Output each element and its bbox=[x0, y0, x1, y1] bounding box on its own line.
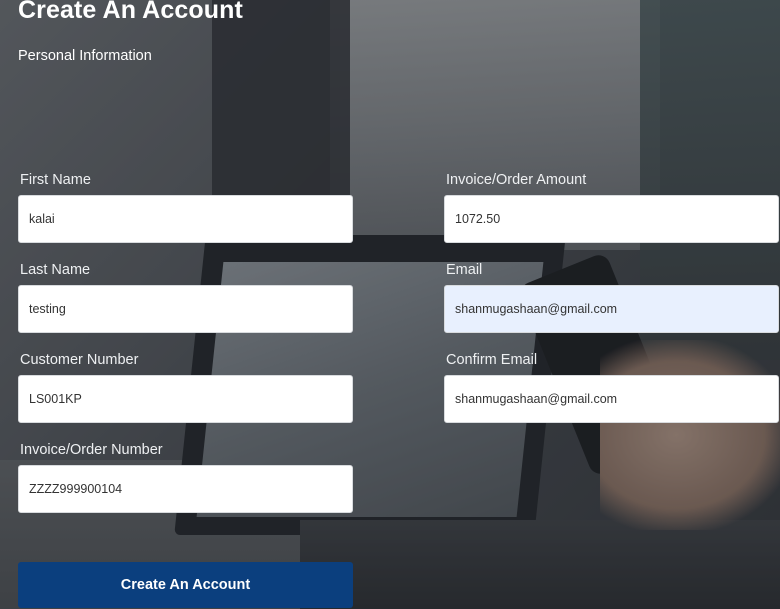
confirm-email-label: Confirm Email bbox=[446, 352, 538, 368]
email-group: Email bbox=[444, 261, 779, 333]
invoice-order-amount-group: Invoice/Order Amount bbox=[444, 171, 779, 243]
invoice-order-amount-label: Invoice/Order Amount bbox=[446, 172, 587, 188]
invoice-order-number-input[interactable] bbox=[18, 465, 353, 513]
first-name-group: First Name bbox=[18, 171, 353, 243]
confirm-email-input[interactable] bbox=[444, 375, 779, 423]
email-label: Email bbox=[446, 262, 483, 278]
confirm-email-group: Confirm Email bbox=[444, 351, 779, 423]
section-title: Personal Information bbox=[18, 48, 152, 64]
customer-number-group: Customer Number bbox=[18, 351, 353, 423]
customer-number-label: Customer Number bbox=[20, 352, 139, 368]
account-form-panel: Create An Account Personal Information F… bbox=[0, 0, 780, 609]
create-account-button[interactable]: Create An Account bbox=[18, 562, 353, 608]
last-name-input[interactable] bbox=[18, 285, 353, 333]
customer-number-input[interactable] bbox=[18, 375, 353, 423]
first-name-label: First Name bbox=[20, 172, 91, 188]
first-name-input[interactable] bbox=[18, 195, 353, 243]
page-title: Create An Account bbox=[18, 0, 243, 24]
email-input[interactable] bbox=[444, 285, 779, 333]
invoice-order-number-group: Invoice/Order Number bbox=[18, 441, 353, 513]
invoice-order-number-label: Invoice/Order Number bbox=[20, 442, 163, 458]
last-name-label: Last Name bbox=[20, 262, 91, 278]
last-name-group: Last Name bbox=[18, 261, 353, 333]
invoice-order-amount-input[interactable] bbox=[444, 195, 779, 243]
